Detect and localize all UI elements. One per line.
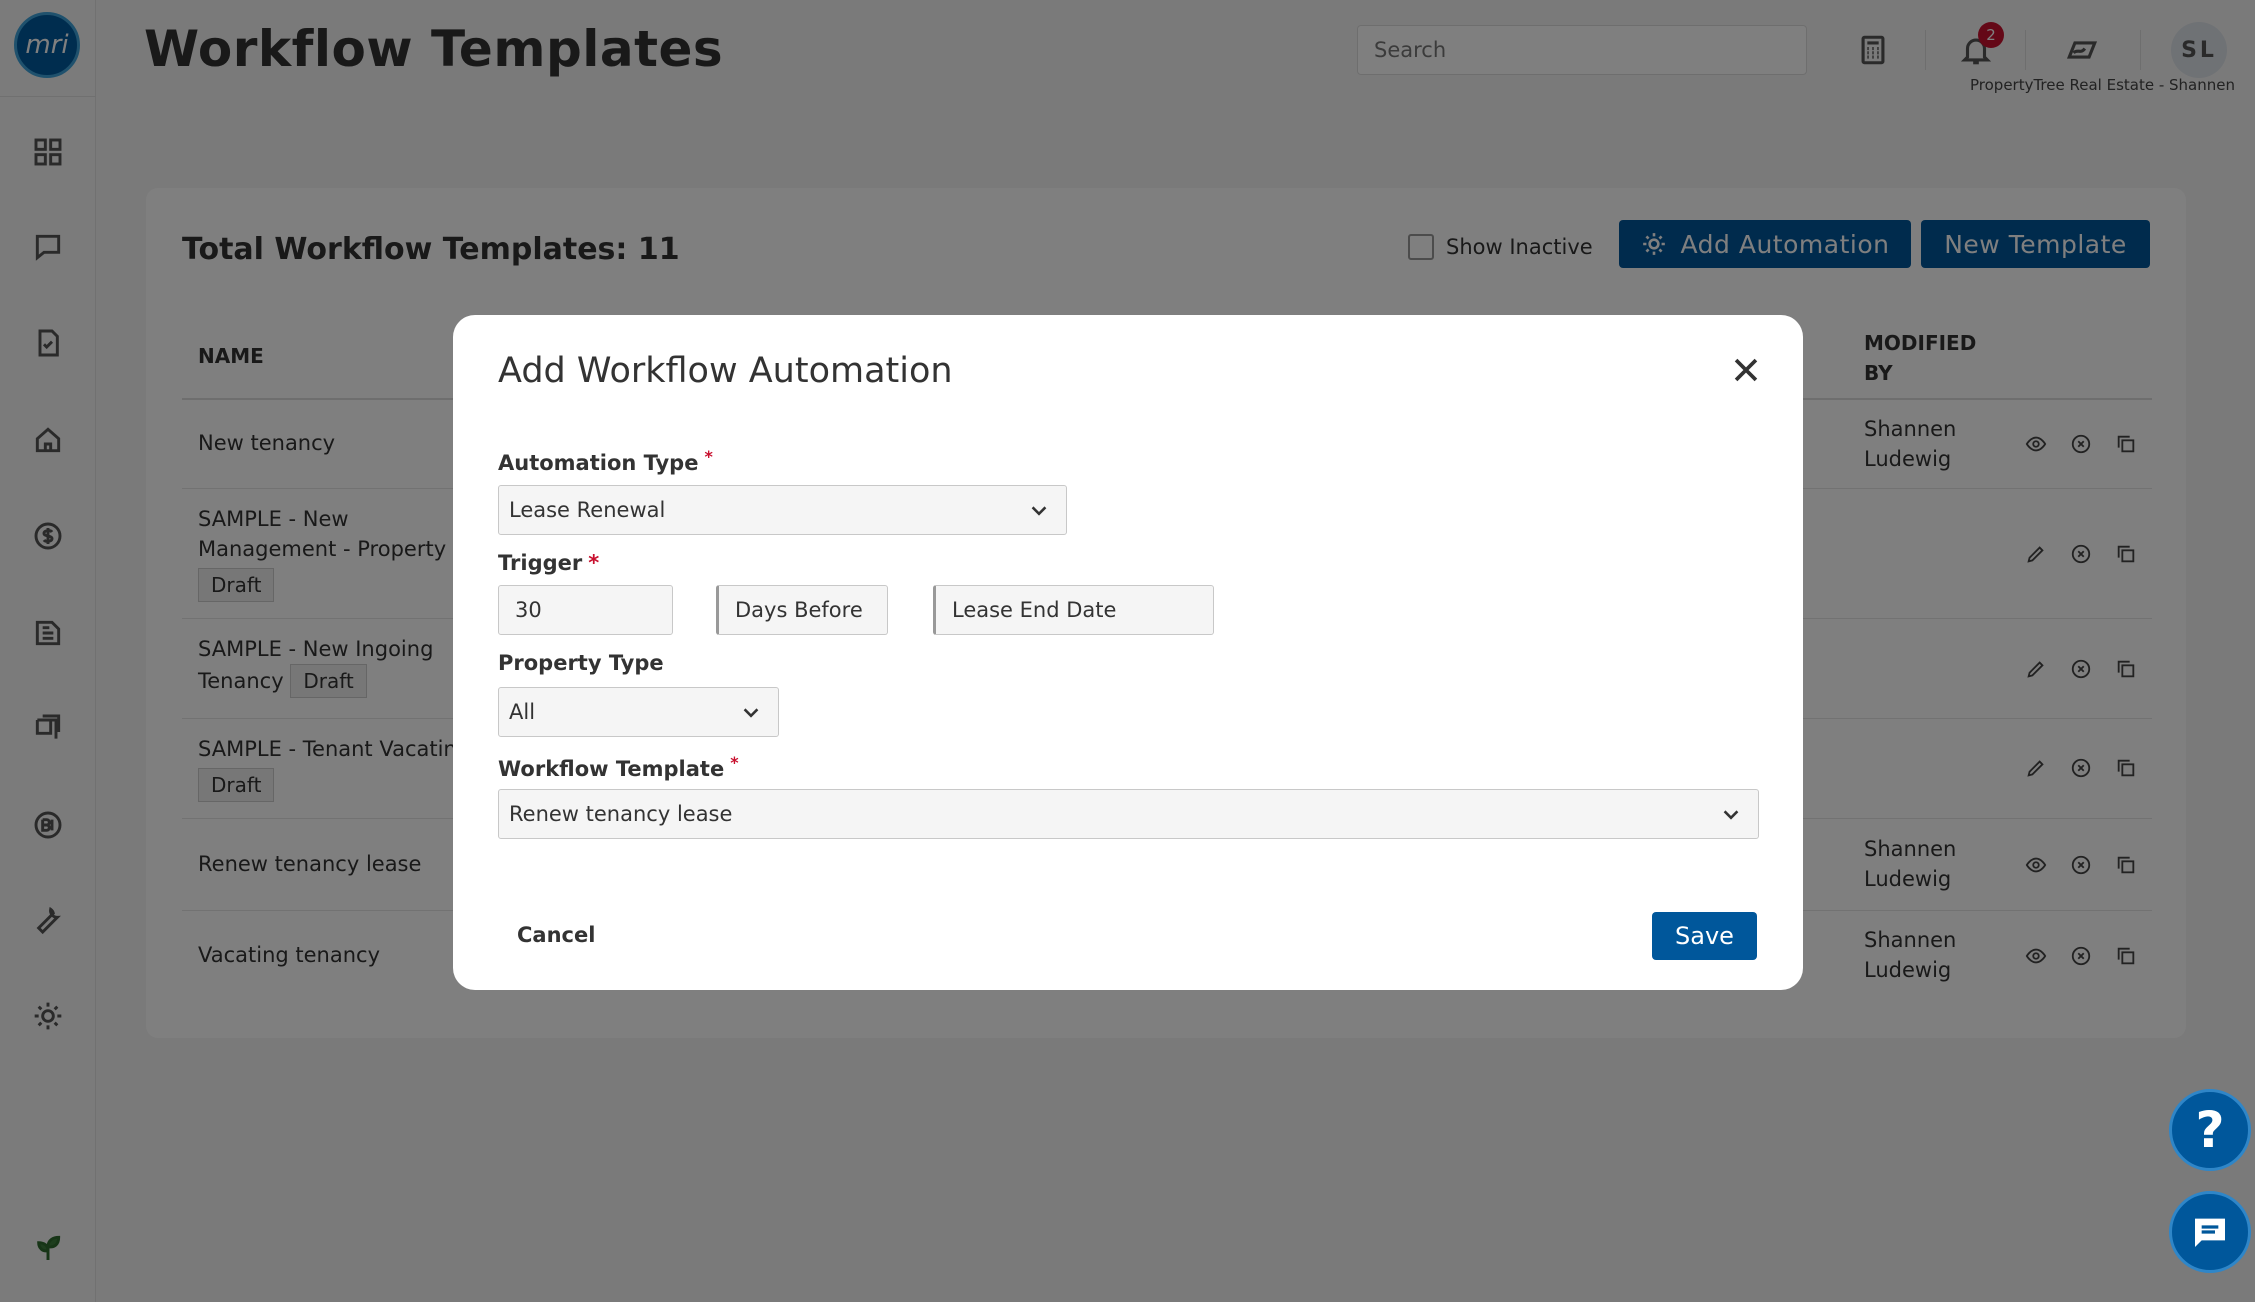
chevron-down-icon [740,702,762,724]
add-workflow-automation-dialog: Add Workflow Automation Automation Type *… [453,315,1803,990]
automation-type-select[interactable]: Lease Renewal [498,485,1067,535]
trigger-reference-field[interactable]: Lease End Date [933,585,1214,635]
help-button[interactable]: ? [2169,1089,2251,1171]
chat-button[interactable] [2169,1191,2251,1273]
chat-icon [2195,1218,2225,1247]
property-type-select[interactable]: All [498,687,779,737]
workflow-template-select[interactable]: Renew tenancy lease [498,789,1759,839]
property-type-label: Property Type [498,651,664,675]
cancel-button[interactable]: Cancel [517,923,595,947]
trigger-direction-field[interactable]: Days Before [716,585,888,635]
dialog-title: Add Workflow Automation [498,351,953,391]
trigger-days-input[interactable]: 30 [498,585,673,635]
chevron-down-icon [1028,500,1050,522]
workflow-template-label: Workflow Template * [498,753,739,781]
trigger-label: Trigger * [498,551,600,575]
chevron-down-icon [1720,804,1742,826]
automation-type-label: Automation Type * [498,447,713,475]
close-icon[interactable] [1729,353,1763,387]
save-button[interactable]: Save [1652,912,1757,960]
